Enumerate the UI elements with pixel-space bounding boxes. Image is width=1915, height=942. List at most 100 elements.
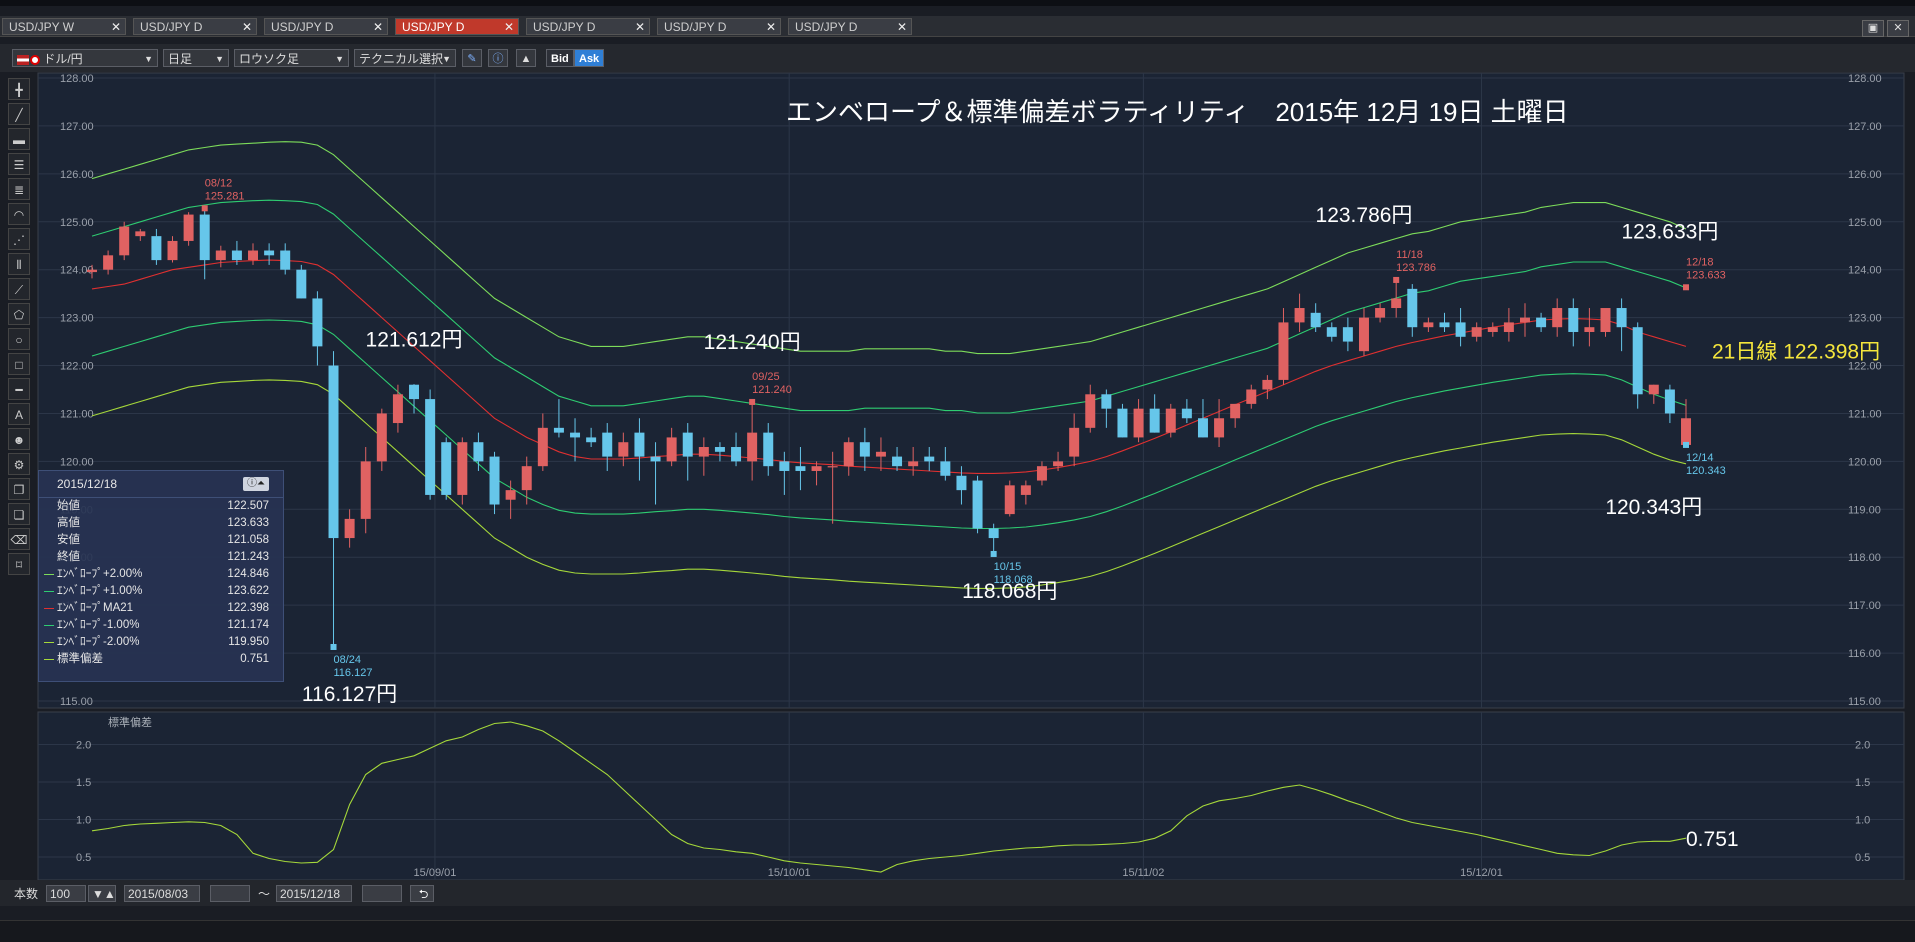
- bar-count-label: 本数: [14, 887, 39, 901]
- info-row: ｴﾝﾍﾞﾛｰﾌﾟ-1.00% 121.174: [39, 617, 283, 634]
- info-row-value: 122.398: [227, 602, 269, 614]
- candle-body: [1117, 408, 1128, 438]
- candle-body: [1101, 394, 1112, 409]
- candle-body: [1439, 322, 1450, 328]
- big-price-label: 120.343円: [1605, 496, 1702, 519]
- candle-body: [1487, 327, 1498, 332]
- info-row-value: 122.507: [227, 500, 269, 512]
- candle-body: [376, 413, 387, 462]
- y-tick-label-left: 127.00: [60, 121, 94, 133]
- info-panel-date: 2015/12/18: [57, 477, 118, 491]
- candle-body: [473, 442, 484, 462]
- from-time-input[interactable]: [210, 885, 250, 902]
- candle-body: [956, 475, 967, 491]
- candle-body: [135, 231, 146, 237]
- big-price-label: 123.633円: [1621, 221, 1718, 244]
- info-row-label: 高値: [57, 517, 80, 529]
- info-row-label: 終値: [57, 551, 80, 563]
- candle-body: [586, 437, 597, 443]
- candle-body: [1632, 327, 1643, 395]
- candle-body: [1053, 461, 1064, 467]
- extreme-value-label: 120.343: [1686, 465, 1726, 477]
- candle-body: [1197, 418, 1208, 438]
- x-tick-label: 15/11/02: [1122, 867, 1164, 879]
- info-row: 終値 121.243: [39, 549, 283, 566]
- to-date-input[interactable]: 2015/12/18: [276, 885, 352, 902]
- x-tick-label: 15/09/01: [414, 867, 457, 879]
- candle-body: [457, 442, 468, 495]
- to-time-input[interactable]: [362, 885, 402, 902]
- extreme-date-label: 10/15: [994, 561, 1022, 573]
- candle-body: [1133, 408, 1144, 438]
- candle-body: [988, 528, 999, 539]
- candle-body: [1600, 308, 1611, 332]
- y-tick-label-right: 124.00: [1848, 265, 1882, 277]
- candle-body: [1471, 327, 1482, 337]
- bar-count-input[interactable]: 100: [46, 885, 86, 902]
- candle-body: [1181, 408, 1192, 419]
- y-tick-label-left: 126.00: [60, 169, 94, 181]
- big-price-label: 123.786円: [1316, 204, 1413, 227]
- candle-body: [731, 447, 742, 462]
- candle-body: [1214, 418, 1225, 438]
- candle-body: [908, 461, 919, 467]
- y-tick-label-right: 115.00: [1848, 696, 1881, 708]
- candle-body: [537, 427, 548, 467]
- candle-body: [312, 298, 323, 347]
- y-tick-label-right: 126.00: [1848, 169, 1882, 181]
- candle-body: [1536, 317, 1547, 328]
- candle-body: [103, 255, 114, 270]
- from-date-input[interactable]: 2015/08/03: [124, 885, 200, 902]
- candle-body: [1262, 379, 1273, 390]
- info-row-value: 121.243: [227, 551, 269, 563]
- candle-body: [1584, 327, 1595, 332]
- candle-body: [505, 490, 516, 500]
- extreme-value-label: 116.127: [334, 667, 373, 679]
- extreme-marker: [1393, 276, 1400, 283]
- bar-count-stepper[interactable]: ▼▲: [88, 885, 116, 902]
- candle-body: [425, 399, 436, 495]
- sub-y-tick-label-right: 2.0: [1855, 740, 1870, 752]
- extreme-value-label: 121.240: [752, 384, 792, 396]
- info-toggle-button[interactable]: ⓘ⏶: [243, 477, 269, 491]
- candle-body: [1407, 288, 1418, 328]
- info-row: ｴﾝﾍﾞﾛｰﾌﾟ+1.00% 123.622: [39, 583, 283, 600]
- y-tick-label-left: 128.00: [60, 73, 94, 85]
- candle-body: [151, 236, 162, 261]
- candle-body: [570, 432, 581, 438]
- candle-body: [1391, 298, 1402, 309]
- info-row: 始値 122.507: [39, 498, 283, 515]
- info-row: ｴﾝﾍﾞﾛｰﾌﾟ-2.00% 119.950: [39, 634, 283, 651]
- y-tick-label-right: 120.00: [1848, 456, 1882, 468]
- x-tick-label: 15/12/01: [1460, 867, 1503, 879]
- y-tick-label-left: 122.00: [60, 361, 94, 373]
- candle-body: [1294, 308, 1305, 323]
- candle-body: [1004, 485, 1015, 515]
- sub-y-tick-label-right: 1.0: [1855, 815, 1870, 827]
- info-row-label: ｴﾝﾍﾞﾛｰﾌﾟ+2.00%: [57, 568, 143, 580]
- extreme-marker: [330, 643, 337, 650]
- candle-body: [859, 442, 870, 457]
- extreme-date-label: 12/14: [1686, 452, 1714, 464]
- candle-body: [553, 427, 564, 433]
- candle-body: [875, 451, 886, 457]
- candle-body: [1681, 418, 1691, 445]
- extreme-date-label: 11/18: [1396, 249, 1423, 261]
- candle-body: [392, 394, 403, 424]
- info-row: 安値 121.058: [39, 532, 283, 549]
- candle-body: [618, 442, 629, 457]
- candle-body: [1519, 317, 1530, 323]
- candle-body: [248, 250, 259, 261]
- candle-body: [1246, 389, 1257, 404]
- y-tick-label-left: 120.00: [60, 456, 94, 468]
- info-row: 標準偏差 0.751: [39, 651, 283, 668]
- y-tick-label-right: 117.00: [1848, 600, 1881, 612]
- candle-body: [264, 250, 275, 256]
- candle-body: [231, 250, 242, 261]
- stddev-panel-title: 標準偏差: [108, 715, 152, 729]
- info-row-label: ｴﾝﾍﾞﾛｰﾌﾟ-1.00%: [57, 619, 140, 631]
- candle-body: [650, 456, 661, 462]
- candle-body: [1165, 408, 1176, 433]
- sub-y-tick-label-right: 0.5: [1855, 852, 1870, 864]
- refresh-icon[interactable]: ⮌: [410, 885, 434, 902]
